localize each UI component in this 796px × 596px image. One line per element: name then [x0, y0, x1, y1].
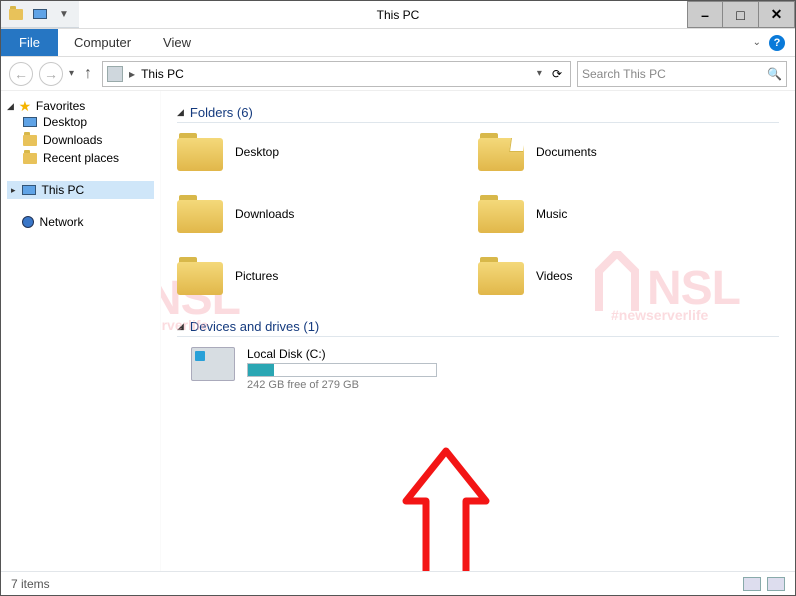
folder-icon [478, 133, 524, 171]
ribbon-collapse-icon[interactable]: ⌄ [753, 37, 761, 48]
qat-dropdown-icon[interactable]: ▼ [53, 3, 75, 25]
folder-properties-icon[interactable] [5, 3, 27, 25]
sidebar-item-label: Downloads [43, 133, 102, 147]
folder-icon [478, 257, 524, 295]
chevron-down-icon: ◢ [177, 107, 184, 118]
help-icon[interactable]: ? [769, 35, 785, 51]
devices-group-header[interactable]: ◢ Devices and drives (1) [177, 315, 779, 337]
drive-local-c[interactable]: Local Disk (C:) 242 GB free of 279 GB [191, 347, 779, 391]
chevron-right-icon: ▸ [11, 185, 16, 196]
maximize-button[interactable]: □ [723, 1, 759, 28]
window-controls: – □ ✕ [687, 1, 795, 28]
folder-label: Videos [536, 269, 572, 283]
folder-icon [478, 195, 524, 233]
breadcrumb-thispc[interactable]: This PC [141, 67, 184, 81]
back-button[interactable]: ← [9, 62, 33, 86]
view-large-icons-button[interactable] [767, 577, 785, 591]
sidebar-item-downloads[interactable]: Downloads [7, 131, 154, 149]
history-dropdown-icon[interactable]: ▾ [69, 68, 74, 79]
thispc-group: ▸ This PC [7, 181, 154, 199]
status-item-count: 7 items [11, 577, 50, 591]
folder-videos[interactable]: Videos [478, 257, 779, 295]
downloads-icon [23, 135, 37, 146]
drive-capacity-bar [247, 363, 437, 377]
search-input[interactable]: Search This PC 🔍 [577, 61, 787, 87]
folder-label: Desktop [235, 145, 279, 159]
up-button[interactable]: ↑ [80, 65, 96, 83]
sidebar-item-label: Desktop [43, 115, 87, 129]
folder-label: Downloads [235, 207, 294, 221]
folder-desktop[interactable]: Desktop [177, 133, 478, 171]
sidebar-item-recent[interactable]: Recent places [7, 149, 154, 167]
folder-pictures[interactable]: Pictures [177, 257, 478, 295]
view-details-button[interactable] [743, 577, 761, 591]
sidebar-item-label: Network [40, 215, 84, 229]
minimize-button[interactable]: – [687, 1, 723, 28]
network-icon [22, 216, 34, 228]
title-bar: ▼ This PC – □ ✕ [1, 1, 795, 29]
folders-group-header[interactable]: ◢ Folders (6) [177, 101, 779, 123]
window-title: This PC [1, 1, 795, 28]
forward-button[interactable]: → [39, 62, 63, 86]
search-placeholder: Search This PC [582, 67, 666, 81]
desktop-icon [23, 117, 37, 127]
folder-downloads[interactable]: Downloads [177, 195, 478, 233]
ribbon: File Computer View ⌄ ? [1, 29, 795, 57]
navigation-pane: ◢ ★ Favorites Desktop Downloads Recent p… [1, 91, 161, 571]
drive-label: Local Disk (C:) [247, 347, 437, 361]
close-button[interactable]: ✕ [759, 1, 795, 28]
search-icon: 🔍 [767, 67, 782, 81]
folder-icon [177, 133, 223, 171]
folders-header-label: Folders (6) [190, 105, 253, 120]
sidebar-item-network[interactable]: ▸ Network [7, 213, 154, 231]
folder-documents[interactable]: Documents [478, 133, 779, 171]
favorites-header[interactable]: ◢ ★ Favorites [7, 99, 154, 113]
refresh-button[interactable]: ⟳ [548, 67, 566, 81]
favorites-label: Favorites [36, 99, 85, 113]
folder-label: Music [536, 207, 567, 221]
content-pane: NSL #newserverlife NSL #newserverlife ◢ … [161, 91, 795, 571]
recent-icon [23, 153, 37, 164]
file-tab[interactable]: File [1, 29, 58, 56]
sidebar-item-label: This PC [42, 183, 85, 197]
drive-sublabel: 242 GB free of 279 GB [247, 379, 437, 391]
folders-grid: Desktop Documents Downloads Music Pictur… [177, 133, 779, 295]
folder-label: Documents [536, 145, 597, 159]
folder-icon [177, 257, 223, 295]
status-bar: 7 items [1, 571, 795, 595]
chevron-down-icon: ◢ [177, 321, 184, 332]
quick-access-toolbar: ▼ [1, 1, 79, 28]
address-dropdown-icon[interactable]: ▾ [537, 68, 542, 79]
drive-capacity-fill [248, 364, 274, 376]
thispc-icon [107, 66, 123, 82]
folder-music[interactable]: Music [478, 195, 779, 233]
annotation-arrow [396, 446, 496, 571]
tab-view[interactable]: View [147, 29, 207, 56]
star-icon: ★ [18, 99, 32, 113]
sidebar-item-label: Recent places [43, 151, 119, 165]
chevron-down-icon: ◢ [7, 101, 14, 112]
thispc-icon [22, 185, 36, 195]
folder-label: Pictures [235, 269, 278, 283]
favorites-group: ◢ ★ Favorites Desktop Downloads Recent p… [7, 99, 154, 167]
tab-computer[interactable]: Computer [58, 29, 147, 56]
breadcrumb-sep-icon: ▸ [129, 67, 135, 81]
drive-icon [191, 347, 235, 381]
address-bar[interactable]: ▸ This PC ▾ ⟳ [102, 61, 571, 87]
view-buttons [743, 577, 785, 591]
sidebar-item-thispc[interactable]: ▸ This PC [7, 181, 154, 199]
devices-header-label: Devices and drives (1) [190, 319, 319, 334]
sidebar-item-desktop[interactable]: Desktop [7, 113, 154, 131]
new-window-icon[interactable] [29, 3, 51, 25]
navigation-row: ← → ▾ ↑ ▸ This PC ▾ ⟳ Search This PC 🔍 [1, 57, 795, 91]
folder-icon [177, 195, 223, 233]
network-group: ▸ Network [7, 213, 154, 231]
